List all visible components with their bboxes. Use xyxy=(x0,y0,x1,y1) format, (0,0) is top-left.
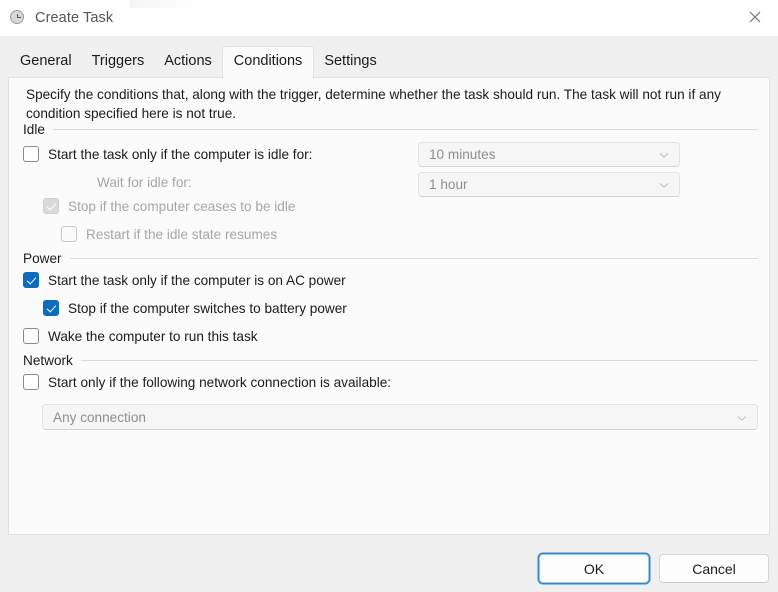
label-wait-for-idle: Wait for idle for: xyxy=(97,175,192,190)
group-label-idle: Idle xyxy=(23,122,45,137)
tab-settings[interactable]: Settings xyxy=(314,48,386,78)
cancel-button-label: Cancel xyxy=(692,560,736,577)
window-title: Create Task xyxy=(35,10,114,26)
tab-strip: General Triggers Actions Conditions Sett… xyxy=(0,36,778,79)
group-rule-network xyxy=(80,360,758,361)
label-start-if-network: Start only if the following network conn… xyxy=(48,374,392,390)
checkbox-row-ac-power[interactable]: Start the task only if the computer is o… xyxy=(23,272,346,288)
checkbox-ac-power[interactable] xyxy=(23,272,39,288)
group-label-network: Network xyxy=(23,353,73,368)
combo-network-connection-value: Any connection xyxy=(53,409,146,425)
ok-button[interactable]: OK xyxy=(539,554,649,583)
checkbox-row-start-if-idle[interactable]: Start the task only if the computer is i… xyxy=(23,146,312,162)
checkbox-row-stop-if-ceases-idle[interactable]: Stop if the computer ceases to be idle xyxy=(43,198,295,214)
title-bar: Create Task xyxy=(0,0,778,36)
combo-idle-duration[interactable]: 10 minutes xyxy=(418,142,680,167)
group-header-idle: Idle xyxy=(23,122,758,137)
combo-wait-duration[interactable]: 1 hour xyxy=(418,172,680,197)
checkbox-start-if-idle[interactable] xyxy=(23,146,39,162)
label-wake-computer: Wake the computer to run this task xyxy=(48,328,258,344)
group-header-network: Network xyxy=(23,353,758,368)
label-stop-if-ceases-idle: Stop if the computer ceases to be idle xyxy=(68,198,296,214)
checkbox-row-restart-if-idle-resumes[interactable]: Restart if the idle state resumes xyxy=(61,226,277,242)
tab-actions[interactable]: Actions xyxy=(154,48,222,78)
titlebar-artifact xyxy=(130,0,192,8)
clock-icon xyxy=(10,10,26,26)
cancel-button[interactable]: Cancel xyxy=(659,554,769,583)
label-restart-if-idle-resumes: Restart if the idle state resumes xyxy=(86,226,278,242)
chevron-down-icon xyxy=(659,147,669,162)
label-stop-on-battery: Stop if the computer switches to battery… xyxy=(68,300,347,316)
label-ac-power: Start the task only if the computer is o… xyxy=(48,272,346,288)
checkbox-row-wake-computer[interactable]: Wake the computer to run this task xyxy=(23,328,258,344)
combo-wait-duration-value: 1 hour xyxy=(429,177,468,192)
checkbox-restart-if-idle-resumes[interactable] xyxy=(61,226,77,242)
checkbox-row-start-if-network[interactable]: Start only if the following network conn… xyxy=(23,374,391,390)
checkbox-stop-on-battery[interactable] xyxy=(43,300,59,316)
combo-idle-duration-value: 10 minutes xyxy=(429,147,496,162)
combo-network-connection[interactable]: Any connection xyxy=(42,404,758,430)
conditions-panel: Specify the conditions that, along with … xyxy=(8,77,770,535)
chevron-down-icon xyxy=(659,177,669,192)
tab-triggers[interactable]: Triggers xyxy=(82,48,155,78)
chevron-down-icon xyxy=(737,410,747,425)
checkbox-start-if-network[interactable] xyxy=(23,374,39,390)
group-header-power: Power xyxy=(23,251,758,266)
tab-conditions[interactable]: Conditions xyxy=(221,46,315,79)
close-icon[interactable] xyxy=(732,0,778,34)
group-rule-power xyxy=(69,258,758,259)
tab-general[interactable]: General xyxy=(10,48,82,78)
label-start-if-idle: Start the task only if the computer is i… xyxy=(48,146,313,162)
group-rule-idle xyxy=(52,129,758,130)
ok-button-label: OK xyxy=(583,560,605,577)
checkbox-row-stop-on-battery[interactable]: Stop if the computer switches to battery… xyxy=(43,300,347,316)
panel-description: Specify the conditions that, along with … xyxy=(26,87,721,121)
group-label-power: Power xyxy=(23,251,62,266)
checkbox-stop-if-ceases-idle[interactable] xyxy=(43,198,59,214)
checkbox-wake-computer[interactable] xyxy=(23,328,39,344)
